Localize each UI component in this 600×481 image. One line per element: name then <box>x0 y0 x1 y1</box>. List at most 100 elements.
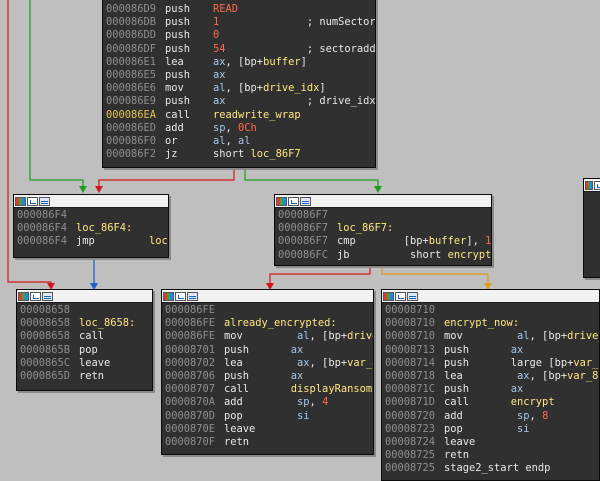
code-view-icon[interactable] <box>39 196 50 206</box>
operand-text: , [bp+ <box>529 330 568 343</box>
graph-view-icon[interactable] <box>395 291 406 301</box>
basic-block-offscreen[interactable] <box>583 178 600 278</box>
operand-symbol[interactable]: readwrite_wrap <box>213 109 301 121</box>
disasm-line[interactable]: 000086DB push 1 ; numSectors <box>103 16 375 29</box>
basic-block-encrypt-now[interactable]: 00008710 00008710 encrypt_now: 00008710 mov … <box>381 289 600 481</box>
code-view-icon[interactable] <box>407 291 418 301</box>
basic-block-readwrite-call[interactable]: 000086D9 push READ 000086DB push 1 ; numSecto… <box>102 0 376 168</box>
disasm-line[interactable]: 00008707 call displayRansom <box>162 383 373 396</box>
color-palette-icon[interactable] <box>163 291 174 301</box>
disasm-line[interactable]: 000086E1 lea ax, [bp+buffer] <box>103 56 375 69</box>
disasm-line[interactable]: 00008706 push ax <box>162 370 373 383</box>
disasm-line[interactable]: 000086FC jb short encrypt_now <box>275 249 491 262</box>
operand-symbol[interactable]: drive_idx <box>263 82 319 94</box>
code-label[interactable]: loc_86F4: <box>76 222 132 234</box>
disasm-line[interactable]: 00008701 push ax <box>162 344 373 357</box>
operand-symbol[interactable]: var_86 <box>347 357 373 369</box>
disasm-line[interactable]: 00008725 retn <box>382 449 599 462</box>
disasm-line[interactable]: 000086FEmov al, [bp+drive_idx] <box>162 330 373 343</box>
code-view-icon[interactable] <box>187 291 198 301</box>
graph-view-icon[interactable] <box>30 291 41 301</box>
basic-block-loc-86f4[interactable]: 000086F4 000086F4 loc_86F4: 000086F4 jmp loc… <box>13 194 169 258</box>
disasm-line[interactable]: 000086DD push 0 <box>103 29 375 42</box>
graph-view-canvas[interactable]: 000086D9 push READ 000086DB push 1 ; numSecto… <box>0 0 600 481</box>
color-palette-icon[interactable] <box>18 291 29 301</box>
operand-symbol[interactable]: var_6 <box>573 357 599 369</box>
disasm-line[interactable]: 00008713 push ax <box>382 344 599 357</box>
code-label[interactable]: already_encrypted: <box>224 317 337 329</box>
disasm-line[interactable]: 000086E6 mov al, [bp+drive_idx] <box>103 82 375 95</box>
disasm-line[interactable]: 00008658 <box>17 304 152 317</box>
operand-symbol[interactable]: loc_86F7 <box>251 148 301 160</box>
disasm-line[interactable]: 000086F4 <box>14 209 168 222</box>
disasm-line[interactable]: 000086F4 jmp loc_8658 <box>14 235 168 248</box>
disasm-line[interactable]: 00008725 stage2_start endp <box>382 462 599 475</box>
disasm-line[interactable]: 0000870E leave <box>162 423 373 436</box>
disasm-line[interactable]: 0000871C push ax <box>382 383 599 396</box>
line-address: 000086ED <box>106 121 157 134</box>
disasm-line[interactable]: 0000870D pop si <box>162 410 373 423</box>
disasm-line[interactable]: 000086F4 loc_86F4: <box>14 222 168 235</box>
operand-symbol[interactable]: drive_idx <box>347 330 373 342</box>
disasm-line[interactable]: 000086D9 push READ <box>103 3 375 16</box>
disasm-line[interactable]: 000086E5 push ax <box>103 69 375 82</box>
color-palette-icon[interactable] <box>276 196 287 206</box>
color-palette-icon[interactable] <box>585 180 594 190</box>
disasm-line[interactable]: 000086FE already_encrypted: <box>162 317 373 330</box>
operand-symbol[interactable]: loc_8658 <box>149 235 168 247</box>
color-palette-icon[interactable] <box>15 196 26 206</box>
basic-block-loc-8658[interactable]: 0000865800008658loc_8658:00008658call er… <box>16 289 153 391</box>
operand-symbol[interactable]: error <box>152 330 153 342</box>
code-view-icon[interactable] <box>300 196 311 206</box>
disasm-line[interactable]: 00008658 loc_8658: <box>17 317 152 330</box>
disasm-line[interactable]: 000086F0 or al, al <box>103 135 375 148</box>
disasm-line[interactable]: 00008723 pop si <box>382 423 599 436</box>
operand-text: short <box>213 148 251 161</box>
operand-symbol[interactable]: encrypt_now <box>448 249 491 261</box>
graph-view-icon[interactable] <box>27 196 38 206</box>
color-palette-icon[interactable] <box>383 291 394 301</box>
disasm-line[interactable]: 00008718lea ax, [bp+var_86] <box>382 370 599 383</box>
operand-symbol[interactable]: buffer <box>263 56 301 68</box>
disasm-line[interactable]: 000086ED add sp, 0Ch <box>103 122 375 135</box>
disasm-line[interactable]: 000086F2 jz short loc_86F7 <box>103 148 375 161</box>
disasm-line[interactable]: 000086F7 <box>275 209 491 222</box>
graph-view-icon[interactable] <box>175 291 186 301</box>
code-view-icon[interactable] <box>42 291 53 301</box>
graph-view-icon[interactable] <box>594 180 600 190</box>
disasm-line[interactable]: 00008714push large [bp+var_6] <box>382 357 599 370</box>
disasm-line[interactable]: 000086F7 loc_86F7: <box>275 222 491 235</box>
code-label[interactable]: loc_8658: <box>79 317 135 329</box>
line-address: 0000865C <box>20 356 71 369</box>
disasm-line[interactable]: 0000865D retn <box>17 370 152 383</box>
basic-block-loc-86f7[interactable]: 000086F7 000086F7 loc_86F7: 000086F7 cmp [bp… <box>274 194 492 266</box>
disasm-line[interactable]: 0000865Bpop si <box>17 344 152 357</box>
disasm-line[interactable]: 0000871D call encrypt <box>382 396 599 409</box>
disasm-line[interactable]: 000086DF push 54 ; sectoraddr <box>103 43 375 56</box>
disasm-line[interactable]: 000086FE <box>162 304 373 317</box>
operand-symbol[interactable]: var_86 <box>567 370 599 382</box>
operand-symbol[interactable]: drive_idx <box>567 330 599 342</box>
disasm-line[interactable]: 000086F7 cmp [bp+buffer], 1 <box>275 235 491 248</box>
block-toolbar <box>382 290 599 303</box>
disasm-line[interactable]: 00008710 <box>382 304 599 317</box>
basic-block-already-encrypted[interactable]: 000086FE 000086FE already_encrypted: 000086… <box>161 289 374 455</box>
code-label[interactable]: loc_86F7: <box>337 222 393 234</box>
disasm-line[interactable]: 00008724 leave <box>382 436 599 449</box>
disasm-line[interactable]: 00008710mov al, [bp+drive_idx] <box>382 330 599 343</box>
disasm-line[interactable]: 0000865C leave <box>17 357 152 370</box>
disasm-line[interactable]: 00008710 encrypt_now: <box>382 317 599 330</box>
operand-symbol[interactable]: encrypt <box>511 396 555 408</box>
operand-symbol[interactable]: displayRansom <box>291 383 372 395</box>
code-label[interactable]: encrypt_now: <box>444 317 519 329</box>
disasm-line[interactable]: 000086E9 push ax ; drive_idx <box>103 95 375 108</box>
operand-symbol[interactable]: buffer <box>429 235 467 247</box>
disasm-line[interactable]: 00008720 add sp, 8 <box>382 410 599 423</box>
disasm-line[interactable]: 0000870F retn <box>162 436 373 449</box>
line-address: 00008707 <box>165 383 216 396</box>
graph-view-icon[interactable] <box>288 196 299 206</box>
disasm-line[interactable]: 00008702lea ax, [bp+var_86] <box>162 357 373 370</box>
disasm-line[interactable]: 000086EA call readwrite_wrap <box>103 109 375 122</box>
disasm-line[interactable]: 0000870A add sp, 4 <box>162 396 373 409</box>
disasm-line[interactable]: 00008658 call error <box>17 330 152 343</box>
